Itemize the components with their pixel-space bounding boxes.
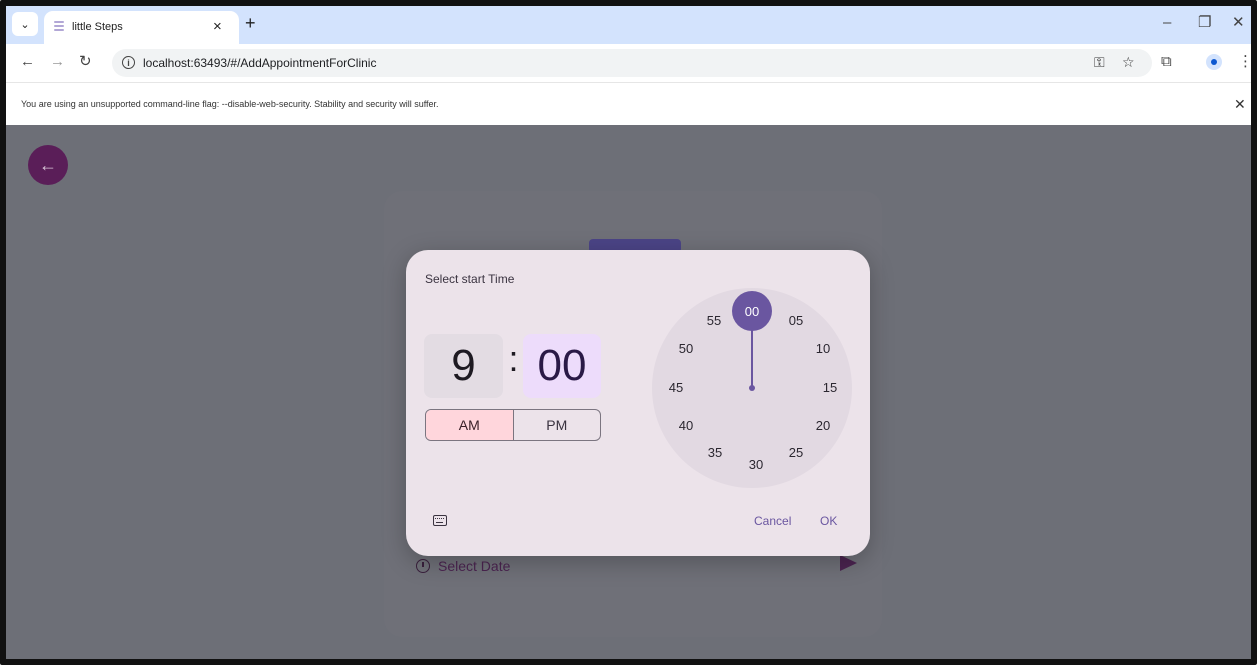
- dial-minute-15[interactable]: 15: [818, 380, 842, 396]
- illustration-dots: [554, 243, 584, 256]
- back-arrow-icon: ←: [39, 154, 57, 175]
- time-separator: :: [508, 338, 519, 379]
- ok-button[interactable]: OK: [820, 514, 837, 528]
- reload-icon[interactable]: ↻: [79, 54, 92, 70]
- dial-minute-25[interactable]: 25: [784, 445, 808, 461]
- tab-search-icon[interactable]: ⌄: [12, 12, 38, 36]
- profile-icon[interactable]: [1206, 54, 1222, 70]
- dial-minute-40[interactable]: 40: [674, 418, 698, 434]
- browser-toolbar: ← → ↻ i localhost:63493/#/AddAppointment…: [6, 44, 1251, 82]
- time-picker-dialog: Select start Time 9 : 00 AM PM 00 05 10 …: [406, 250, 870, 556]
- more-menu-icon[interactable]: ⋮: [1238, 54, 1251, 70]
- close-icon[interactable]: ✕: [1234, 97, 1246, 111]
- back-button[interactable]: ←: [28, 145, 68, 185]
- clock-icon: [416, 559, 430, 573]
- dialog-title: Select start Time: [425, 272, 515, 286]
- dial-center: [749, 385, 755, 391]
- forward-arrow-icon[interactable]: →: [50, 54, 65, 70]
- tab-strip: ⌄ little Steps × + – ❐ ✕: [6, 6, 1251, 44]
- favicon-icon: [54, 21, 64, 32]
- am-button[interactable]: AM: [426, 410, 514, 440]
- dial-minute-50[interactable]: 50: [674, 341, 698, 357]
- dial-minute-35[interactable]: 35: [703, 445, 727, 461]
- address-bar[interactable]: i localhost:63493/#/AddAppointmentForCli…: [112, 49, 1152, 77]
- browser-window: ⌄ little Steps × + – ❐ ✕ ← → ↻ i localho…: [0, 0, 1257, 665]
- dial-minute-20[interactable]: 20: [811, 418, 835, 434]
- restore-icon[interactable]: ❐: [1198, 15, 1211, 30]
- infobar-message: You are using an unsupported command-lin…: [21, 99, 439, 109]
- dial-selected-minute[interactable]: 00: [732, 291, 772, 331]
- browser-tab[interactable]: little Steps ×: [44, 11, 239, 44]
- dial-minute-05[interactable]: 05: [784, 313, 808, 329]
- extensions-icon[interactable]: ⧉: [1161, 54, 1172, 70]
- dial-minute-10[interactable]: 10: [811, 341, 835, 357]
- info-icon[interactable]: i: [122, 56, 135, 69]
- dial-minute-30[interactable]: 30: [744, 457, 768, 473]
- keyboard-icon[interactable]: [433, 515, 447, 526]
- pm-button[interactable]: PM: [514, 410, 601, 440]
- close-window-icon[interactable]: ✕: [1232, 15, 1245, 30]
- password-key-icon[interactable]: ⚿: [1094, 55, 1105, 70]
- dial-minute-45[interactable]: 45: [664, 380, 688, 396]
- tab-title: little Steps: [72, 21, 123, 33]
- new-tab-icon[interactable]: +: [245, 14, 256, 32]
- minute-dial[interactable]: 00 05 10 15 20 25 30 35 40 45 50 55: [652, 288, 852, 488]
- send-icon[interactable]: [840, 555, 857, 571]
- am-pm-toggle: AM PM: [425, 409, 601, 441]
- back-arrow-icon[interactable]: ←: [20, 54, 35, 70]
- dial-minute-55[interactable]: 55: [702, 313, 726, 329]
- star-icon[interactable]: ☆: [1122, 55, 1135, 70]
- close-icon[interactable]: ×: [213, 19, 222, 34]
- minimize-icon[interactable]: –: [1163, 15, 1171, 30]
- minute-field[interactable]: 00: [523, 334, 601, 398]
- cancel-button[interactable]: Cancel: [754, 514, 791, 528]
- select-date-field[interactable]: Select Date: [416, 557, 510, 575]
- warning-infobar: You are using an unsupported command-lin…: [6, 82, 1251, 125]
- select-date-label: Select Date: [438, 558, 511, 574]
- hour-field[interactable]: 9: [424, 334, 503, 398]
- url-text[interactable]: localhost:63493/#/AddAppointmentForClini…: [143, 56, 376, 70]
